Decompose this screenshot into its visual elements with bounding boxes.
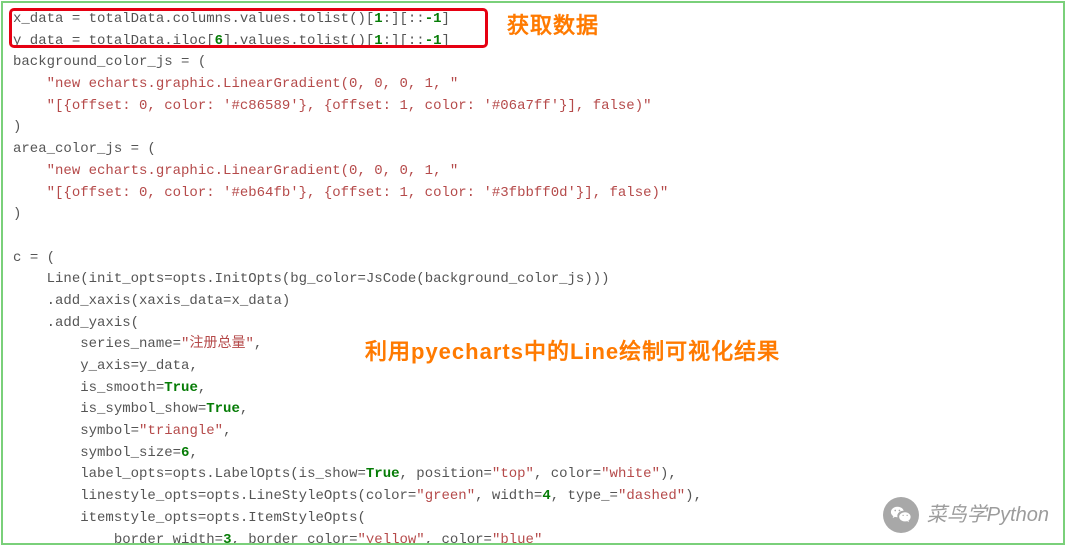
code-text: x_data = totalData.columns.values.tolist… [13, 9, 1053, 545]
code-block: 获取数据 利用pyecharts中的Line绘制可视化结果 x_data = t… [1, 1, 1065, 545]
